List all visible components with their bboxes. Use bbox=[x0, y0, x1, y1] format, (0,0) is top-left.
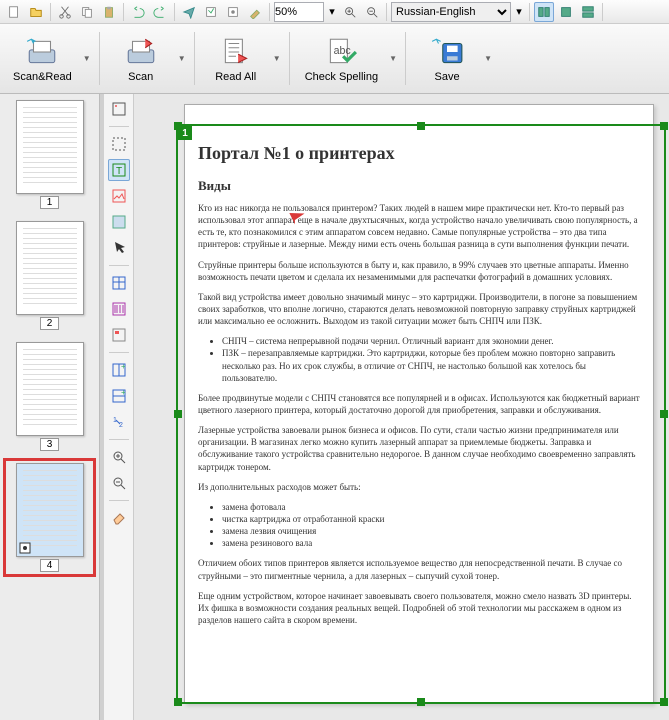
options-button[interactable] bbox=[223, 2, 243, 22]
resize-handle[interactable] bbox=[417, 698, 425, 706]
separator bbox=[109, 439, 129, 440]
dropdown-arrow[interactable]: ▼ bbox=[387, 28, 399, 89]
separator bbox=[123, 3, 124, 21]
copy-button[interactable] bbox=[77, 2, 97, 22]
text-area-tool[interactable]: T bbox=[108, 159, 130, 181]
zoom-input[interactable] bbox=[274, 2, 324, 22]
lang-more-button[interactable]: ▾ bbox=[513, 2, 525, 22]
zoom-dropdown[interactable]: ▾ bbox=[326, 2, 338, 22]
zoom-in-button[interactable] bbox=[340, 2, 360, 22]
read-all-label: Read All bbox=[215, 71, 256, 83]
svg-text:T: T bbox=[116, 166, 122, 177]
select-area-tool[interactable] bbox=[108, 133, 130, 155]
scan-read-label: Scan&Read bbox=[13, 71, 72, 83]
add-vertical-tool[interactable]: + bbox=[108, 359, 130, 381]
resize-handle[interactable] bbox=[660, 122, 668, 130]
thumbnails-panel: 1 2 3 4 bbox=[0, 94, 100, 720]
separator bbox=[174, 3, 175, 21]
dropdown-arrow[interactable]: ▼ bbox=[482, 28, 494, 89]
recognized-icon bbox=[19, 542, 31, 554]
eraser-tool[interactable] bbox=[108, 507, 130, 529]
resize-handle[interactable] bbox=[174, 410, 182, 418]
separator bbox=[386, 3, 387, 21]
page-number: 4 bbox=[40, 559, 60, 572]
page-number: 2 bbox=[40, 317, 60, 330]
page-number: 1 bbox=[40, 196, 60, 209]
save-label: Save bbox=[435, 71, 460, 83]
recognition-area-tool[interactable] bbox=[108, 324, 130, 346]
separator bbox=[109, 126, 129, 127]
check-spelling-label: Check Spelling bbox=[305, 71, 378, 83]
layout-tool[interactable] bbox=[108, 98, 130, 120]
undo-button[interactable] bbox=[128, 2, 148, 22]
page-thumbnail-1[interactable]: 1 bbox=[8, 100, 91, 209]
separator bbox=[109, 265, 129, 266]
check-spelling-button[interactable]: abc Check Spelling bbox=[296, 28, 387, 89]
separator bbox=[529, 3, 530, 21]
open-button[interactable] bbox=[26, 2, 46, 22]
save-icon bbox=[430, 35, 464, 69]
separator bbox=[602, 3, 603, 21]
paste-button[interactable] bbox=[99, 2, 119, 22]
order-tool[interactable]: 12 bbox=[108, 411, 130, 433]
separator bbox=[194, 32, 195, 85]
tool-button[interactable] bbox=[245, 2, 265, 22]
language-select[interactable]: Russian-English bbox=[391, 2, 511, 22]
svg-text:+: + bbox=[121, 388, 126, 397]
vertical-toolbar: T + + 12 bbox=[104, 94, 134, 720]
dropdown-arrow[interactable]: ▼ bbox=[176, 28, 188, 89]
separator bbox=[109, 500, 129, 501]
separator bbox=[50, 3, 51, 21]
svg-text:abc: abc bbox=[334, 45, 352, 57]
send-button[interactable] bbox=[179, 2, 199, 22]
pointer-tool[interactable] bbox=[108, 237, 130, 259]
ribbon: Scan&Read ▼ Scan ▼ Read All ▼ abc Check … bbox=[0, 24, 669, 94]
scan-label: Scan bbox=[128, 71, 153, 83]
resize-handle[interactable] bbox=[417, 122, 425, 130]
resize-handle[interactable] bbox=[174, 698, 182, 706]
resize-handle[interactable] bbox=[660, 698, 668, 706]
new-button[interactable] bbox=[4, 2, 24, 22]
page-number: 3 bbox=[40, 438, 60, 451]
save-button[interactable]: Save bbox=[412, 28, 482, 89]
scan-icon bbox=[124, 35, 158, 69]
view1-button[interactable] bbox=[534, 2, 554, 22]
zoom-in-tool[interactable] bbox=[108, 446, 130, 468]
resize-handle[interactable] bbox=[174, 122, 182, 130]
dropdown-arrow[interactable]: ▼ bbox=[271, 28, 283, 89]
check-spelling-icon: abc bbox=[324, 35, 358, 69]
redo-button[interactable] bbox=[150, 2, 170, 22]
table-area-tool[interactable] bbox=[108, 272, 130, 294]
separator bbox=[269, 3, 270, 21]
zoom-out-button[interactable] bbox=[362, 2, 382, 22]
separator bbox=[99, 32, 100, 85]
scan-read-icon bbox=[25, 35, 59, 69]
view2-button[interactable] bbox=[556, 2, 576, 22]
read-all-button[interactable]: Read All bbox=[201, 28, 271, 89]
document-view[interactable]: Портал №1 о принтерах Виды Кто из нас ни… bbox=[134, 94, 669, 720]
separator bbox=[109, 352, 129, 353]
main-area: 1 2 3 4 T + + 12 bbox=[0, 94, 669, 720]
text-region-selection[interactable]: 1 bbox=[176, 124, 666, 704]
page-thumbnail-2[interactable]: 2 bbox=[8, 221, 91, 330]
barcode-tool[interactable] bbox=[108, 298, 130, 320]
separator bbox=[289, 32, 290, 85]
resize-handle[interactable] bbox=[660, 410, 668, 418]
scan-read-button[interactable]: Scan&Read bbox=[4, 28, 81, 89]
page-thumbnail-3[interactable]: 3 bbox=[8, 342, 91, 451]
picture-area-tool[interactable] bbox=[108, 185, 130, 207]
read-all-icon bbox=[219, 35, 253, 69]
view3-button[interactable] bbox=[578, 2, 598, 22]
page-thumbnail-4[interactable]: 4 bbox=[8, 463, 91, 572]
separator bbox=[405, 32, 406, 85]
zoom-out-tool[interactable] bbox=[108, 472, 130, 494]
dropdown-arrow[interactable]: ▼ bbox=[81, 28, 93, 89]
scan-button[interactable]: Scan bbox=[106, 28, 176, 89]
add-horizontal-tool[interactable]: + bbox=[108, 385, 130, 407]
svg-text:+: + bbox=[121, 362, 126, 371]
top-toolbar: ▾ Russian-English ▾ bbox=[0, 0, 669, 24]
wizard-button[interactable] bbox=[201, 2, 221, 22]
cut-button[interactable] bbox=[55, 2, 75, 22]
background-tool[interactable] bbox=[108, 211, 130, 233]
